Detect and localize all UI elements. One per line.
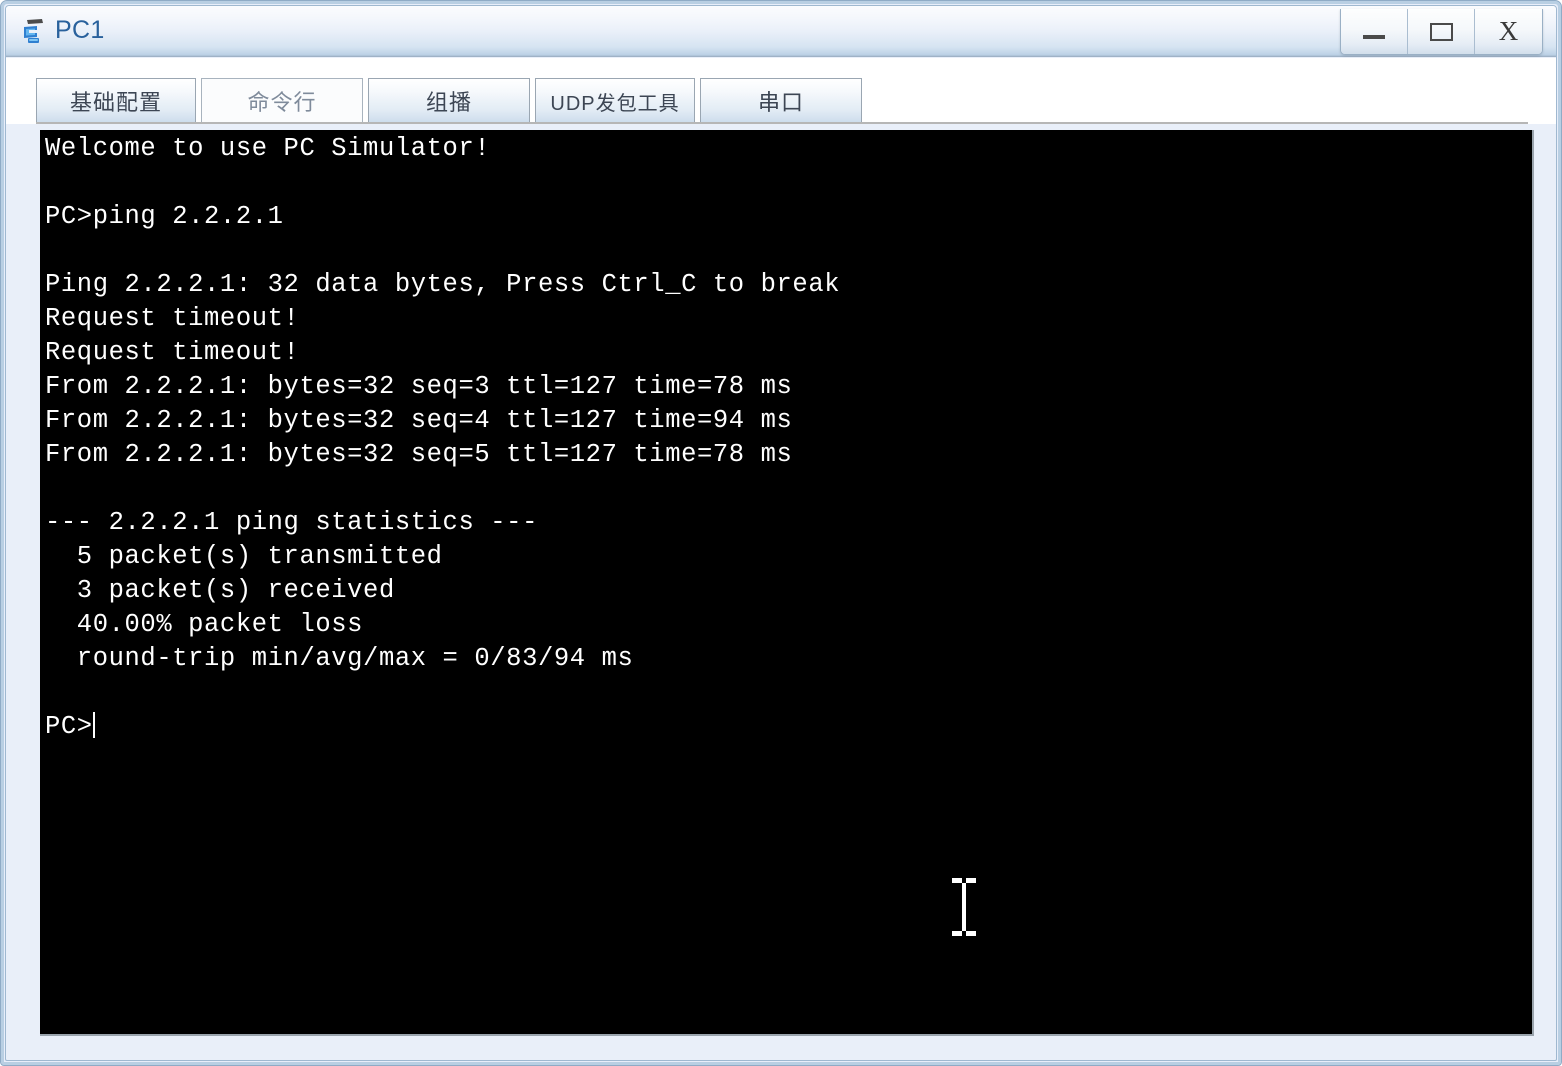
tab-label: 组播 bbox=[425, 90, 472, 115]
tab-label: 基础配置 bbox=[69, 90, 162, 115]
tab-basic-config[interactable]: 基础配置 bbox=[36, 78, 196, 123]
window-controls: X bbox=[1340, 9, 1543, 55]
window-title: PC1 bbox=[55, 16, 105, 44]
minimize-icon bbox=[1363, 34, 1385, 39]
tab-list: 基础配置 命令行 组播 UDP发包工具 串口 bbox=[36, 78, 862, 123]
title-bar-left: PC1 bbox=[20, 6, 105, 57]
tab-strip-divider bbox=[36, 122, 1528, 124]
title-bar[interactable]: PC1 X bbox=[6, 6, 1556, 57]
terminal-output: Welcome to use PC Simulator! PC>ping 2.2… bbox=[45, 132, 840, 744]
maximize-button[interactable] bbox=[1408, 9, 1475, 54]
tab-command-line[interactable]: 命令行 bbox=[201, 78, 363, 123]
minimize-button[interactable] bbox=[1341, 9, 1408, 54]
tab-label: 串口 bbox=[757, 90, 804, 115]
tab-strip: 基础配置 命令行 组播 UDP发包工具 串口 bbox=[6, 58, 1556, 124]
close-button[interactable]: X bbox=[1475, 9, 1542, 54]
tab-serial-port[interactable]: 串口 bbox=[700, 78, 862, 123]
pc-simulator-icon bbox=[20, 17, 48, 47]
close-icon: X bbox=[1498, 16, 1519, 46]
text-caret bbox=[92, 712, 95, 738]
tab-label: UDP发包工具 bbox=[550, 92, 680, 115]
terminal-lines: Welcome to use PC Simulator! PC>ping 2.2… bbox=[45, 134, 841, 741]
maximize-icon bbox=[1429, 22, 1453, 41]
pc1-window: PC1 X 基础配置 命令行 组播 UDP发包工具 串口 Welcome to … bbox=[0, 0, 1562, 1066]
tab-label: 命令行 bbox=[247, 90, 317, 115]
terminal-console[interactable]: Welcome to use PC Simulator! PC>ping 2.2… bbox=[40, 130, 1534, 1036]
window-inner-frame: PC1 X 基础配置 命令行 组播 UDP发包工具 串口 Welcome to … bbox=[5, 5, 1557, 1061]
tab-multicast[interactable]: 组播 bbox=[368, 78, 530, 123]
tab-udp-tool[interactable]: UDP发包工具 bbox=[535, 78, 695, 123]
